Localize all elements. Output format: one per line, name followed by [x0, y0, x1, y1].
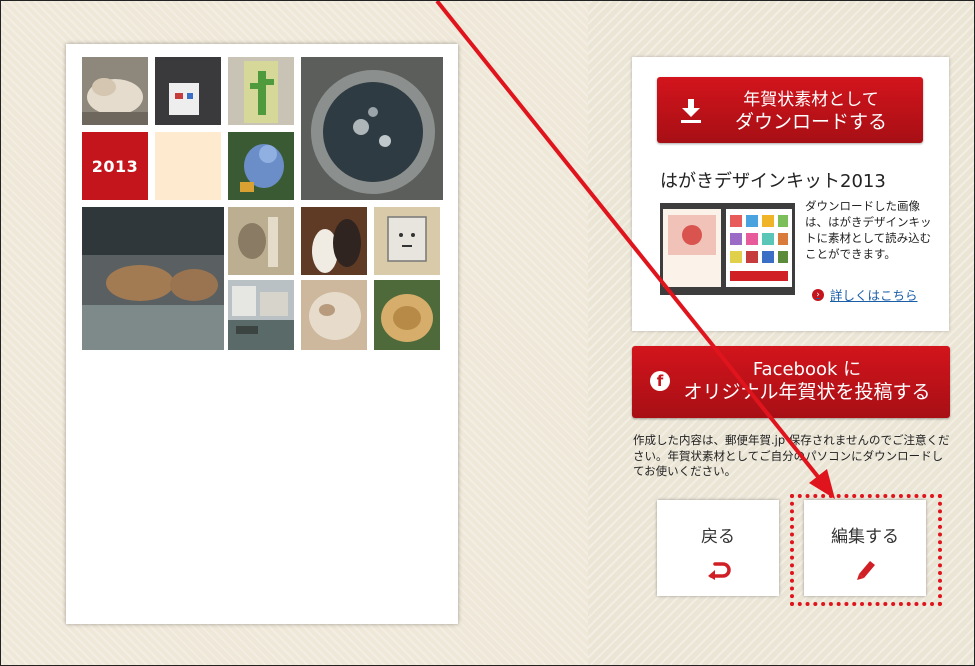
details-link-text: 詳しくはこちら — [830, 288, 918, 303]
facebook-button-line1: Facebook に — [752, 359, 862, 380]
facebook-button-label: Facebook に オリジナル年賀状を投稿する — [672, 358, 942, 404]
photo-cat — [82, 57, 148, 125]
download-button-line2: ダウンロードする — [735, 111, 888, 133]
design-kit-description: ダウンロードした画像は、はがきデザインキットに素材として読み込むことができます。 — [805, 199, 932, 261]
back-button-label: 戻る — [701, 527, 735, 547]
save-notice: 作成した内容は、郵便年賀.jp 保存されませんのでご注意ください。年賀状素材とし… — [633, 433, 950, 478]
nengajo-preview-card: 2013 — [66, 44, 458, 624]
photo-rope-object — [228, 207, 294, 275]
facebook-icon: f — [650, 371, 670, 391]
back-button[interactable]: 戻る — [657, 500, 779, 596]
photo-cat-closeup — [301, 280, 367, 350]
design-kit-title: はがきデザインキット2013 — [660, 171, 886, 192]
photo-bun — [374, 280, 440, 350]
chevron-right-icon: › — [812, 288, 824, 301]
download-button-label: 年賀状素材として ダウンロードする — [735, 89, 887, 133]
photo-mug — [155, 57, 221, 125]
return-arrow-icon — [708, 562, 731, 580]
facebook-button-line2: オリジナル年賀状を投稿する — [683, 381, 931, 403]
download-button-line1: 年賀状素材として — [743, 90, 879, 110]
photo-face-box — [374, 207, 440, 275]
photo-water-dish — [301, 57, 443, 200]
details-link[interactable]: › 詳しくはこちら — [812, 285, 918, 304]
facebook-post-button[interactable]: f Facebook に オリジナル年賀状を投稿する — [632, 346, 950, 418]
download-as-material-button[interactable]: 年賀状素材として ダウンロードする — [657, 77, 923, 143]
photo-capybaras — [82, 207, 224, 350]
screenshot-frame: 2013 年賀状素材として ダウンロードする はがきデザインキット2013 ダウ… — [0, 0, 975, 666]
year-tile: 2013 — [82, 132, 148, 200]
photo-brown-white-item — [301, 207, 367, 275]
photo-cactus-glass — [228, 57, 294, 125]
blank-tile — [155, 132, 221, 200]
annotation-dotted-highlight — [790, 494, 942, 606]
design-kit-thumbnail — [660, 203, 795, 295]
download-icon — [681, 99, 701, 123]
download-panel: 年賀状素材として ダウンロードする はがきデザインキット2013 ダウンロードし… — [632, 57, 949, 331]
photo-blue-figure — [228, 132, 294, 200]
photo-harbor — [228, 280, 294, 350]
